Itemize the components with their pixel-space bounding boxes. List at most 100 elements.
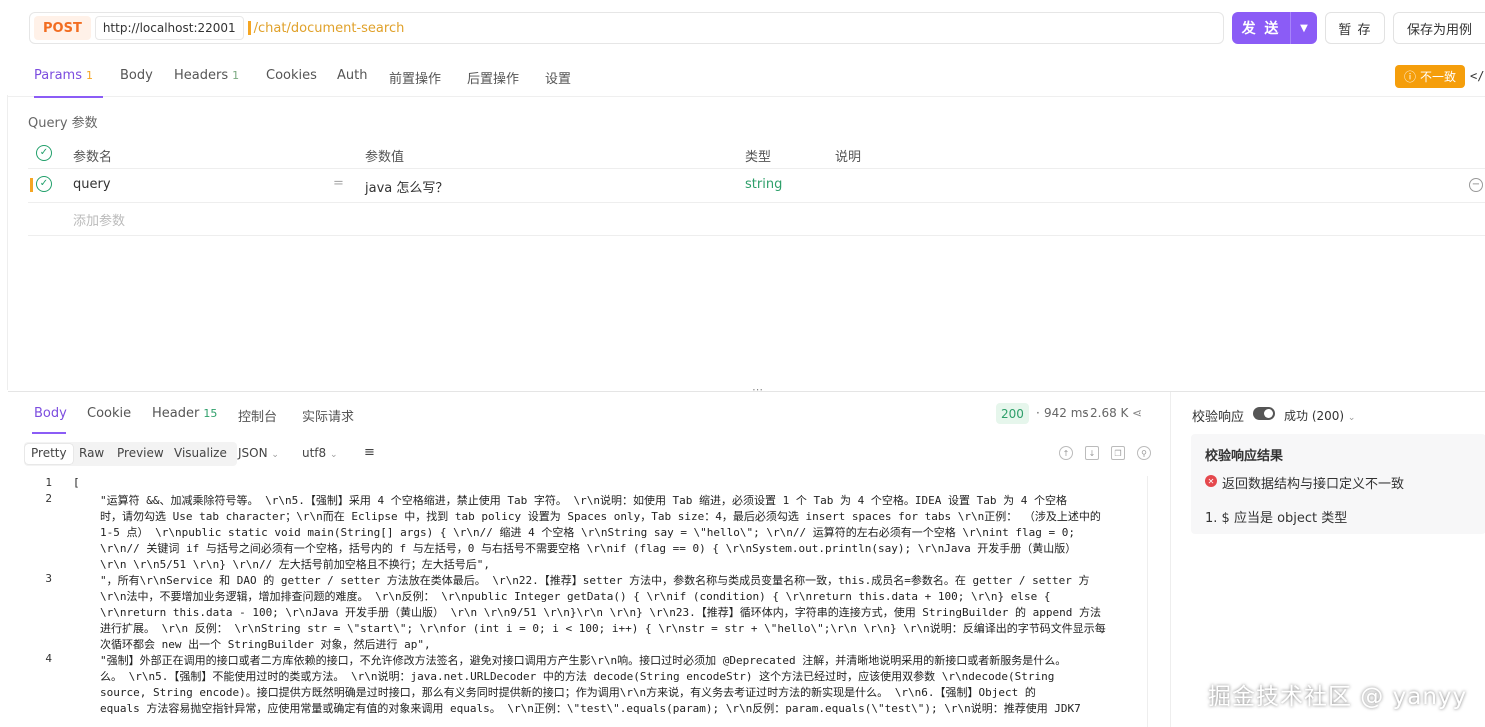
query-title: Query 参数 (28, 116, 98, 131)
dot-separator: · (1036, 406, 1040, 420)
language-select[interactable]: JSON ⌄ (238, 446, 279, 460)
tab-headers[interactable]: Headers 1 (174, 68, 239, 83)
upload-icon[interactable]: ↑ (1059, 446, 1073, 460)
method-select[interactable]: POST (34, 16, 91, 40)
error-icon: ✕ (1205, 475, 1217, 487)
dot-separator: · (1084, 406, 1088, 420)
tab-count: 15 (203, 407, 218, 420)
watermark: 掘金技术社区 @ yanyy (1208, 684, 1468, 710)
column-desc: 说明 (835, 150, 862, 165)
mismatch-badge[interactable]: ⓘ 不一致 (1395, 65, 1465, 88)
param-type[interactable]: string (745, 177, 782, 192)
line-number: 1 (45, 476, 52, 489)
response-code[interactable]: 1 [ 2 "运算符 &&、加减乘除符号等。 \r\n5.【强制】采用 4 个空… (8, 476, 1143, 727)
line-number: 2 (45, 492, 52, 505)
line-number: 3 (45, 572, 52, 585)
copy-icon[interactable]: ❐ (1111, 446, 1125, 460)
encoding-value: utf8 (302, 446, 327, 460)
tab-response-header[interactable]: Header 15 (152, 406, 217, 421)
tab-params[interactable]: Params 1 (34, 68, 93, 83)
column-value: 参数值 (365, 150, 405, 165)
validate-select-value: 成功 (200) (1284, 409, 1345, 423)
response-size: 2.68 K (1090, 406, 1129, 420)
chevron-down-icon: ⌄ (1347, 413, 1356, 423)
format-preview[interactable]: Preview (117, 446, 164, 460)
tab-settings[interactable]: 设置 (545, 68, 571, 87)
chevron-down-icon: ⌄ (330, 450, 338, 460)
warning-icon: ⓘ (1403, 70, 1416, 84)
validate-label: 校验响应 (1192, 410, 1245, 425)
equals-icon: = (333, 176, 344, 191)
param-value[interactable]: java 怎么写？ (365, 177, 448, 196)
tab-response-body[interactable]: Body (34, 406, 67, 421)
send-button[interactable]: 发 送 ▼ (1232, 12, 1317, 44)
result-title: 校验响应结果 (1205, 449, 1284, 464)
code-line: 时，请勿勾选 Use tab character；\r\n而在 Eclipse … (100, 510, 1101, 523)
format-switch: Pretty Raw Preview Visualize (24, 442, 237, 466)
search-icon[interactable]: ⚲ (1137, 446, 1151, 460)
code-line: equals 方法容易抛空指针异常，应使用常量或确定有值的对象来调用 equal… (100, 702, 1081, 715)
validation-result: 校验响应结果 ✕ 返回数据结构与接口定义不一致 1. $ 应当是 object … (1191, 434, 1485, 534)
result-error: 返回数据结构与接口定义不一致 (1222, 477, 1405, 492)
encoding-select[interactable]: utf8 ⌄ (302, 446, 338, 460)
active-tab-indicator (32, 432, 66, 434)
send-button-label: 发 送 (1241, 21, 1281, 37)
tab-label: Header (152, 406, 200, 421)
tab-count: 1 (85, 69, 93, 82)
word-wrap-icon[interactable]: ≡ (364, 445, 375, 460)
response-time: 942 ms (1044, 406, 1089, 420)
format-pretty[interactable]: Pretty (25, 444, 73, 464)
tab-cookies[interactable]: Cookies (266, 68, 317, 83)
tab-label: Headers (174, 68, 229, 83)
panel-border (7, 95, 8, 390)
table-row: ✓ query = java 怎么写？ string − (28, 170, 1485, 203)
tab-body[interactable]: Body (120, 68, 153, 83)
tab-response-cookie[interactable]: Cookie (87, 406, 131, 421)
status-badge: 200 (996, 403, 1029, 424)
share-icon[interactable]: ⋖ (1132, 406, 1142, 420)
param-name[interactable]: query (73, 177, 111, 192)
select-all-checkbox[interactable]: ✓ (36, 145, 52, 161)
path-input[interactable]: /chat/document-search (254, 21, 405, 36)
tab-actual-request[interactable]: 实际请求 (302, 406, 354, 425)
code-line: [ (73, 476, 80, 489)
code-line: "强制】外部正在调用的接口或者二方库依赖的接口，不允许修改方法签名，避免对接口调… (100, 654, 1067, 667)
code-icon[interactable]: </> (1470, 69, 1485, 83)
validate-select[interactable]: 成功 (200) ⌄ (1284, 407, 1355, 424)
tab-console[interactable]: 控制台 (238, 406, 277, 425)
tab-pre-request[interactable]: 前置操作 (389, 68, 441, 87)
validate-toggle[interactable] (1253, 407, 1275, 420)
row-checkbox[interactable]: ✓ (36, 176, 52, 192)
code-line: \r\n法中，不要增加业务逻辑，增加排查问题的难度。 \r\n反例： \r\np… (100, 590, 1051, 603)
add-param-placeholder[interactable]: 添加参数 (73, 210, 125, 229)
url-bar: POST http://localhost:22001 /chat/docume… (29, 12, 1224, 44)
code-line: \r\n \r\n5/51 \r\n} \r\n// 左大括号前加空格且不换行；… (100, 558, 491, 571)
tab-post-request[interactable]: 后置操作 (467, 68, 519, 87)
line-number: 4 (45, 652, 52, 665)
format-raw[interactable]: Raw (79, 446, 104, 460)
tab-label: Params (34, 68, 82, 83)
tab-auth[interactable]: Auth (337, 68, 367, 83)
code-line: 1-5 点） \r\npublic static void main(Strin… (100, 526, 1075, 539)
request-tabs: Params 1 Body Headers 1 Cookies Auth 前置操作 … (8, 58, 1485, 98)
code-scrollbar[interactable] (1147, 476, 1148, 727)
remove-icon[interactable]: − (1469, 178, 1483, 192)
code-line: 么。 \r\n5.【强制】不能使用过时的类或方法。 \r\n说明：java.ne… (100, 670, 1055, 683)
format-visualize[interactable]: Visualize (174, 446, 227, 460)
path-marker (247, 21, 251, 35)
drag-handle[interactable] (30, 178, 33, 192)
code-line: \r\nreturn this.data - 100; \r\nJava 开发手… (100, 606, 1102, 619)
save-button[interactable]: 暂 存 (1325, 12, 1385, 44)
save-as-case-button[interactable]: 保存为用例 (1393, 12, 1485, 44)
code-line: source, String encode)。接口提供方既然明确是过时接口，那么… (100, 686, 1036, 699)
host-field[interactable]: http://localhost:22001 (94, 16, 244, 40)
mismatch-label: 不一致 (1420, 70, 1457, 84)
code-line: "，所有\r\nService 和 DAO 的 getter / setter … (100, 574, 1090, 587)
code-line: "运算符 &&、加减乘除符号等。 \r\n5.【强制】采用 4 个空格缩进，禁止… (100, 494, 1067, 507)
result-detail: 1. $ 应当是 object 类型 (1205, 511, 1348, 526)
add-param-row: 添加参数 (28, 203, 1485, 236)
download-icon[interactable]: ↓ (1085, 446, 1099, 460)
response-tabs: Body Cookie Header 15 控制台 实际请求 200 · 942 … (8, 392, 1170, 434)
column-name: 参数名 (73, 150, 113, 165)
chevron-down-icon[interactable]: ▼ (1291, 23, 1317, 34)
